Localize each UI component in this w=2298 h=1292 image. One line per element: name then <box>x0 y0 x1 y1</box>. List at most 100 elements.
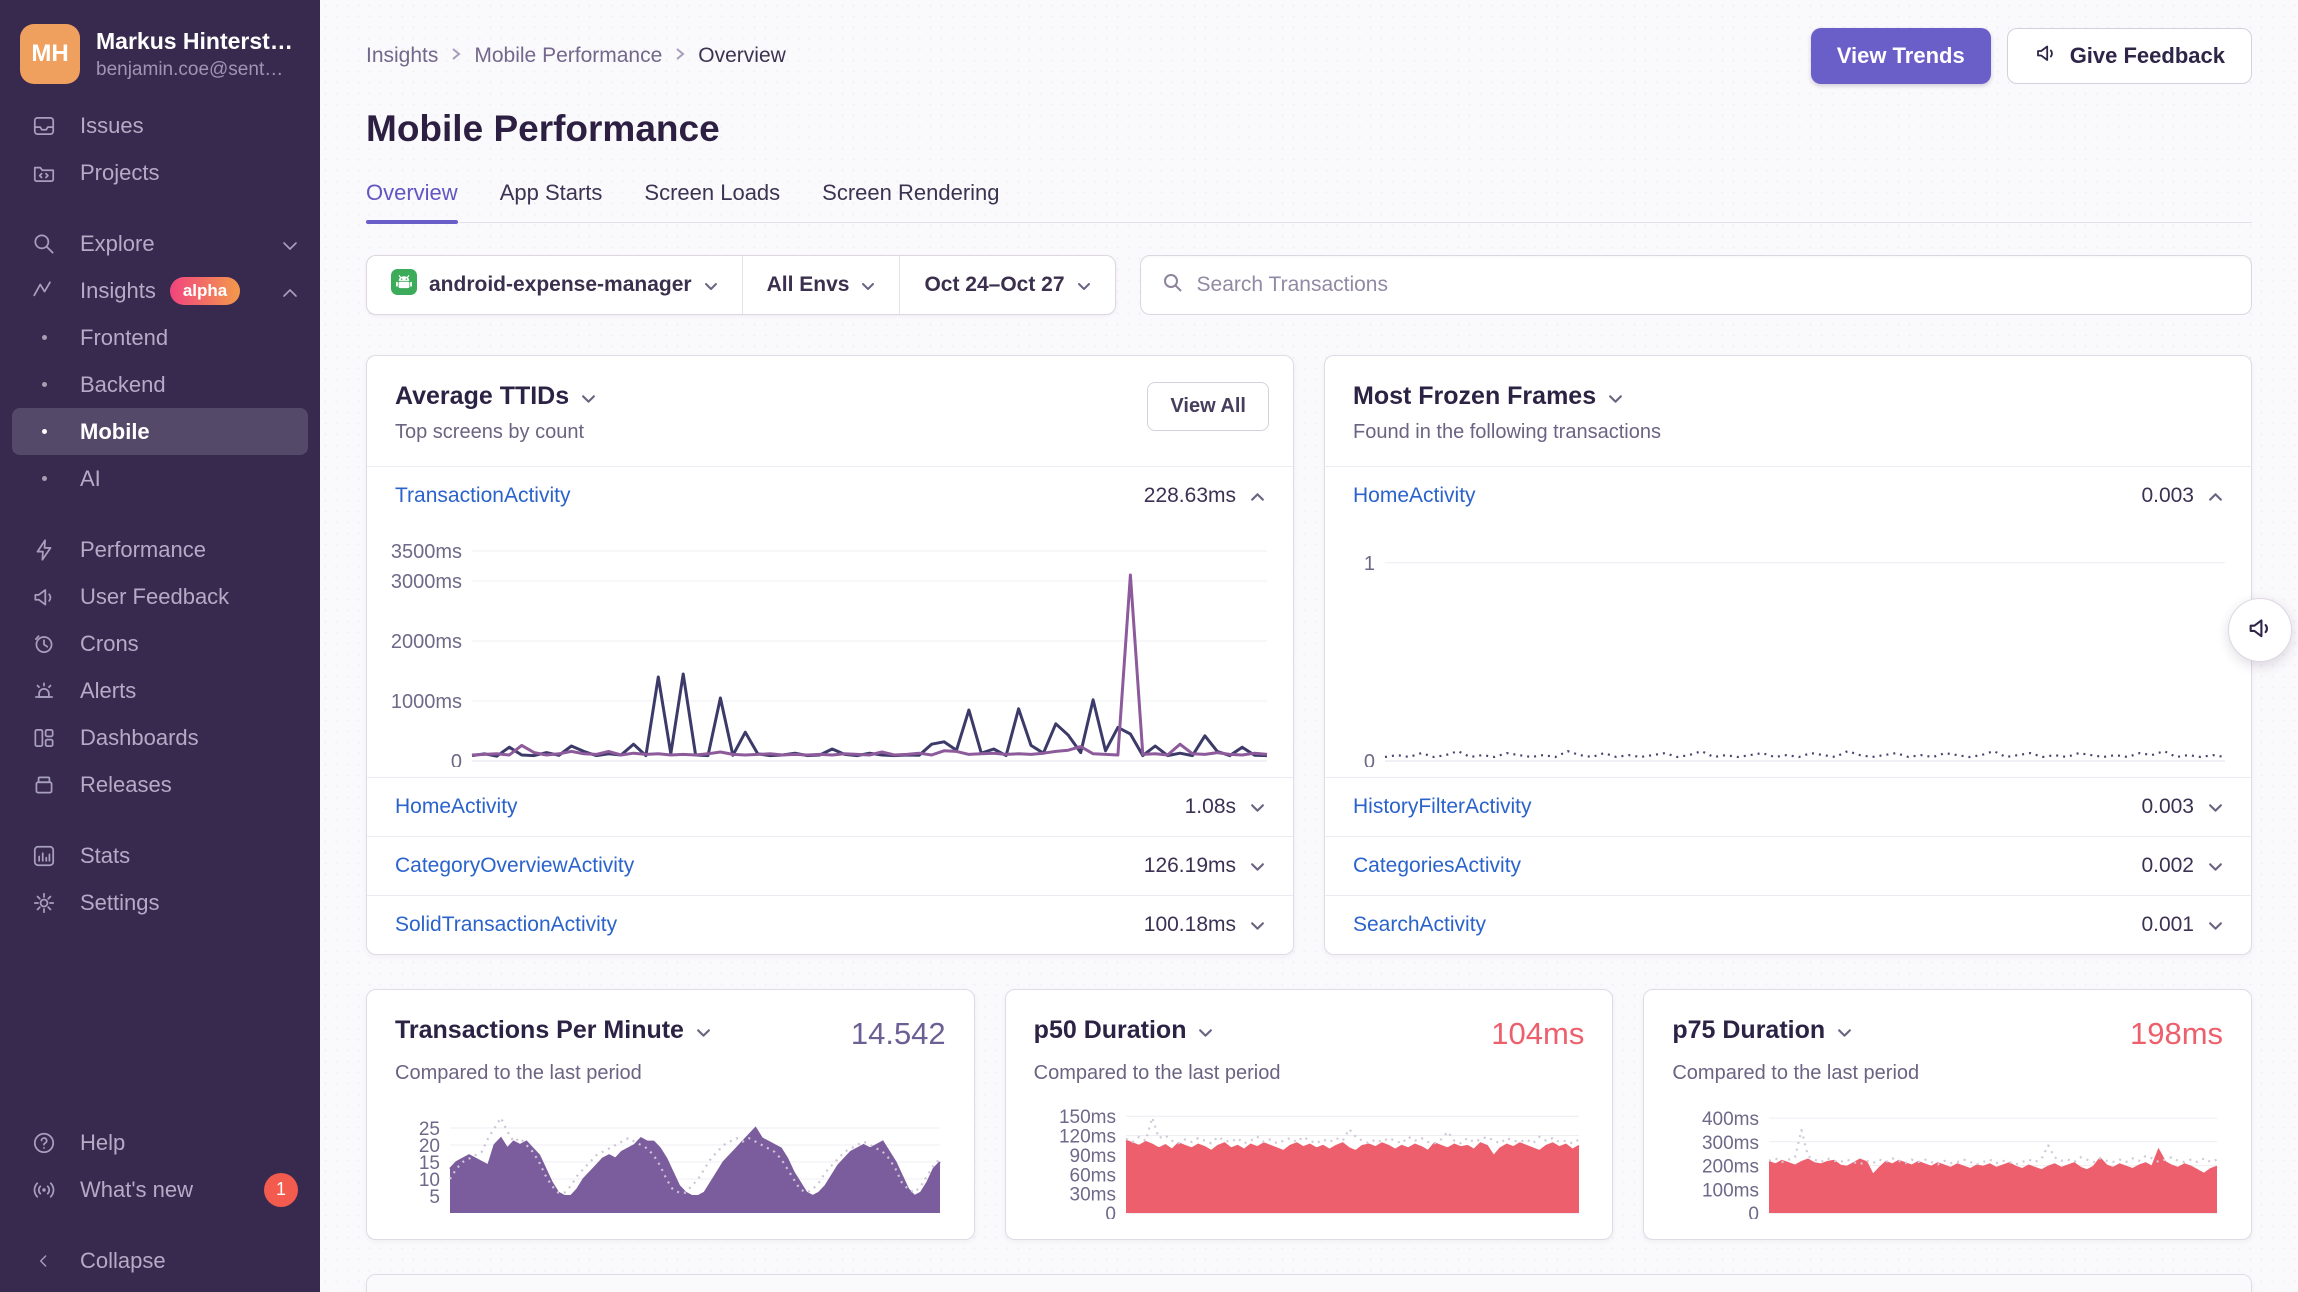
give-feedback-button[interactable]: Give Feedback <box>2007 28 2252 84</box>
panel-title: p50 Duration <box>1034 1016 1187 1045</box>
sidebar-item-label: Explore <box>80 231 155 257</box>
breadcrumb-insights[interactable]: Insights <box>366 44 438 68</box>
tab-screen-loads[interactable]: Screen Loads <box>644 180 780 222</box>
transactions-table: ★ TRANSACTION OPERATION PROJECT TPM ↓ SL… <box>366 1274 2252 1292</box>
page-filter-bar: android-expense-manager All Envs Oct 24–… <box>366 255 1116 315</box>
sidebar-item-frontend[interactable]: Frontend <box>12 314 308 361</box>
main-content: Insights Mobile Performance Overview Vie… <box>320 0 2298 1292</box>
transaction-link[interactable]: HomeActivity <box>1353 484 1476 508</box>
breadcrumb-mobile-performance[interactable]: Mobile Performance <box>474 44 662 68</box>
expand-row-chevron-down-icon[interactable] <box>2208 795 2223 819</box>
sidebar-item-issues[interactable]: Issues <box>12 102 308 149</box>
sidebar-item-releases[interactable]: Releases <box>12 761 308 808</box>
project-selector[interactable]: android-expense-manager <box>367 256 742 314</box>
collapse-row-chevron-up-icon[interactable] <box>1250 484 1265 508</box>
row-value: 1.08s <box>1185 795 1236 819</box>
page-title: Mobile Performance <box>366 108 2252 150</box>
panel-title: p75 Duration <box>1672 1016 1825 1045</box>
svg-text:30ms: 30ms <box>1069 1185 1115 1206</box>
sidebar-item-performance[interactable]: Performance <box>12 526 308 573</box>
sidebar-item-projects[interactable]: Projects <box>12 149 308 196</box>
transaction-link[interactable]: CategoriesActivity <box>1353 854 1521 878</box>
p50-title-dropdown[interactable]: p50 Duration <box>1034 1016 1214 1045</box>
sidebar-item-alerts[interactable]: Alerts <box>12 667 308 714</box>
tab-bar: Overview App Starts Screen Loads Screen … <box>366 180 2252 223</box>
floating-feedback-button[interactable] <box>2228 598 2292 662</box>
transaction-link[interactable]: HistoryFilterActivity <box>1353 795 1532 819</box>
transaction-link[interactable]: SearchActivity <box>1353 913 1486 937</box>
view-trends-button[interactable]: View Trends <box>1811 28 1991 84</box>
sidebar-item-label: Releases <box>80 772 172 798</box>
insights-icon <box>30 277 58 305</box>
sidebar-item-mobile[interactable]: Mobile <box>12 408 308 455</box>
tab-screen-rendering[interactable]: Screen Rendering <box>822 180 999 222</box>
sidebar-item-label: Stats <box>80 843 130 869</box>
sidebar-item-label: Mobile <box>80 419 150 445</box>
row-value: 0.001 <box>2141 913 2194 937</box>
breadcrumb-overview: Overview <box>698 44 786 68</box>
row-value: 100.18ms <box>1144 913 1236 937</box>
transaction-link[interactable]: SolidTransactionActivity <box>395 913 617 937</box>
expand-row-chevron-down-icon[interactable] <box>2208 913 2223 937</box>
releases-icon <box>30 771 58 799</box>
sidebar-item-whats-new[interactable]: What's new 1 <box>12 1166 308 1213</box>
view-all-button[interactable]: View All <box>1147 382 1269 431</box>
svg-text:300ms: 300ms <box>1702 1133 1759 1154</box>
tab-app-starts[interactable]: App Starts <box>500 180 603 222</box>
user-email: benjamin.coe@sent… <box>96 59 293 81</box>
sidebar-item-user-feedback[interactable]: User Feedback <box>12 573 308 620</box>
chevron-down-icon <box>1198 1016 1213 1045</box>
user-menu[interactable]: MH Markus Hinterst… benjamin.coe@sent… <box>0 18 320 98</box>
svg-text:0: 0 <box>451 751 462 767</box>
expand-row-chevron-down-icon[interactable] <box>1250 854 1265 878</box>
sidebar-item-stats[interactable]: Stats <box>12 832 308 879</box>
sidebar-item-dashboards[interactable]: Dashboards <box>12 714 308 761</box>
search-input[interactable] <box>1197 273 2231 297</box>
collapse-row-chevron-up-icon[interactable] <box>2208 484 2223 508</box>
sidebar-item-crons[interactable]: Crons <box>12 620 308 667</box>
most-frozen-frames-title-dropdown[interactable]: Most Frozen Frames <box>1353 382 2223 411</box>
sidebar-item-label: Settings <box>80 890 160 916</box>
frozen-row-categories-activity: CategoriesActivity 0.002 <box>1325 836 2251 895</box>
sidebar-item-label: Crons <box>80 631 139 657</box>
svg-text:400ms: 400ms <box>1702 1109 1759 1130</box>
expand-row-chevron-down-icon[interactable] <box>2208 854 2223 878</box>
sidebar-item-label: What's new <box>80 1177 193 1203</box>
expand-row-chevron-down-icon[interactable] <box>1250 913 1265 937</box>
average-ttids-title-dropdown[interactable]: Average TTIDs <box>395 382 1265 411</box>
sidebar-item-ai[interactable]: AI <box>12 455 308 502</box>
p75-title-dropdown[interactable]: p75 Duration <box>1672 1016 1852 1045</box>
sidebar-collapse-button[interactable]: Collapse <box>12 1237 308 1284</box>
sidebar-item-insights[interactable]: Insights alpha <box>12 267 308 314</box>
tab-overview[interactable]: Overview <box>366 180 458 222</box>
siren-icon <box>30 677 58 705</box>
transaction-link[interactable]: TransactionActivity <box>395 484 570 508</box>
expand-row-chevron-down-icon[interactable] <box>1250 795 1265 819</box>
stats-icon <box>30 842 58 870</box>
transaction-link[interactable]: CategoryOverviewActivity <box>395 854 634 878</box>
panel-title: Average TTIDs <box>395 382 569 411</box>
dashboard-icon <box>30 724 58 752</box>
sidebar-item-help[interactable]: Help <box>12 1119 308 1166</box>
tpm-value: 14.542 <box>851 1016 946 1052</box>
chevron-down-icon <box>704 273 718 297</box>
sidebar-item-label: AI <box>80 466 101 492</box>
transaction-link[interactable]: HomeActivity <box>395 795 518 819</box>
sidebar-item-settings[interactable]: Settings <box>12 879 308 926</box>
svg-text:200ms: 200ms <box>1702 1157 1759 1178</box>
frozen-frames-line-chart: 10 <box>1335 529 2231 767</box>
svg-text:0: 0 <box>1364 751 1375 767</box>
gear-icon <box>30 889 58 917</box>
chevron-down-icon <box>581 382 596 411</box>
table-header-row: ★ TRANSACTION OPERATION PROJECT TPM ↓ SL… <box>367 1275 2251 1292</box>
sidebar-item-label: Dashboards <box>80 725 199 751</box>
tpm-title-dropdown[interactable]: Transactions Per Minute <box>395 1016 711 1045</box>
chevron-down-icon <box>1608 382 1623 411</box>
svg-text:100ms: 100ms <box>1702 1180 1759 1201</box>
environment-selector[interactable]: All Envs <box>742 256 900 314</box>
frozen-row-search-activity: SearchActivity 0.001 <box>1325 895 2251 954</box>
whats-new-badge: 1 <box>264 1173 298 1207</box>
sidebar-item-backend[interactable]: Backend <box>12 361 308 408</box>
sidebar-item-explore[interactable]: Explore <box>12 220 308 267</box>
date-range-selector[interactable]: Oct 24–Oct 27 <box>899 256 1114 314</box>
